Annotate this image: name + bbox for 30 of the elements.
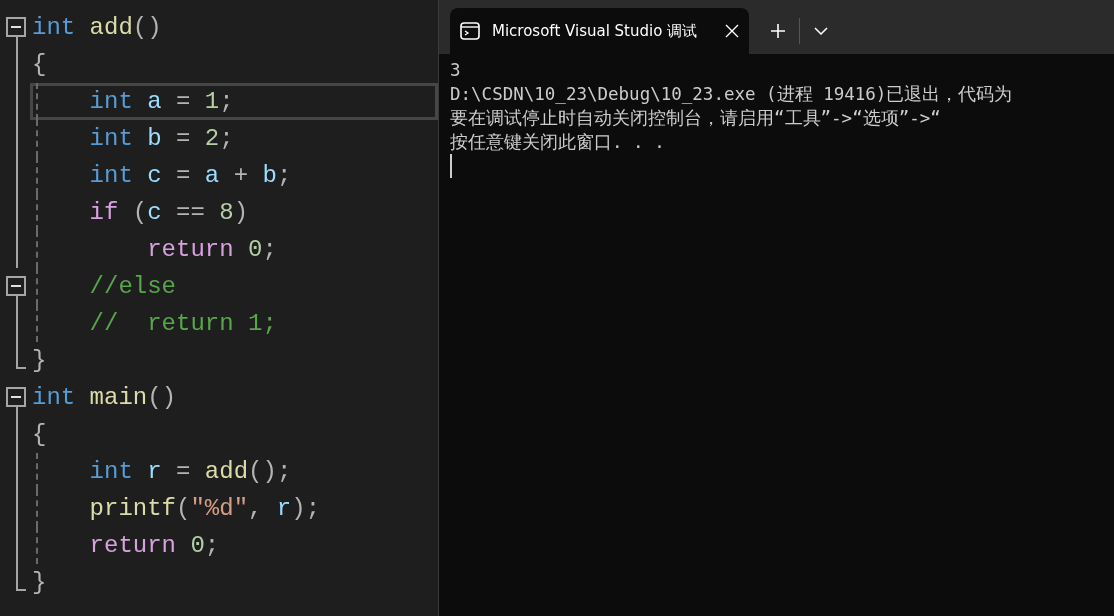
code-line: } bbox=[31, 346, 48, 376]
close-icon[interactable] bbox=[725, 24, 739, 38]
code-line: //else bbox=[88, 272, 178, 302]
code-line: int add() bbox=[31, 13, 163, 43]
tab-title: Microsoft Visual Studio 调试 bbox=[492, 20, 699, 42]
code-line: printf("%d", r); bbox=[88, 494, 322, 524]
code-line: int c = a + b; bbox=[88, 161, 293, 191]
code-line: int b = 2; bbox=[88, 124, 235, 154]
code-line: int r = add(); bbox=[88, 457, 293, 487]
console-output-line: 3 bbox=[450, 59, 462, 82]
code-line: } bbox=[31, 568, 48, 598]
code-line: return 0; bbox=[146, 235, 278, 265]
console-output-line: 按任意键关闭此窗口. . . bbox=[450, 131, 666, 154]
code-line: return 0; bbox=[88, 531, 221, 561]
console-icon bbox=[460, 22, 480, 40]
chevron-down-icon bbox=[814, 27, 828, 35]
console-output-line: D:\CSDN\10_23\Debug\10_23.exe (进程 19416)已退出，代码为 bbox=[450, 83, 1014, 106]
text-cursor bbox=[450, 154, 452, 178]
collapse-icon[interactable] bbox=[6, 17, 26, 37]
code-line: // return 1; bbox=[88, 309, 278, 339]
collapse-icon[interactable] bbox=[6, 276, 26, 296]
code-line: { bbox=[31, 50, 48, 80]
console-tab[interactable]: Microsoft Visual Studio 调试 bbox=[450, 8, 749, 54]
plus-icon bbox=[770, 23, 786, 39]
code-line: int main() bbox=[31, 383, 178, 413]
code-line: if (c == 8) bbox=[88, 198, 250, 228]
console-output-line: 要在调试停止时自动关闭控制台，请启用“工具”->“选项”->“ bbox=[450, 107, 942, 130]
code-line: int a = 1; bbox=[30, 83, 438, 120]
collapse-icon[interactable] bbox=[6, 387, 26, 407]
code-line: { bbox=[31, 420, 48, 450]
